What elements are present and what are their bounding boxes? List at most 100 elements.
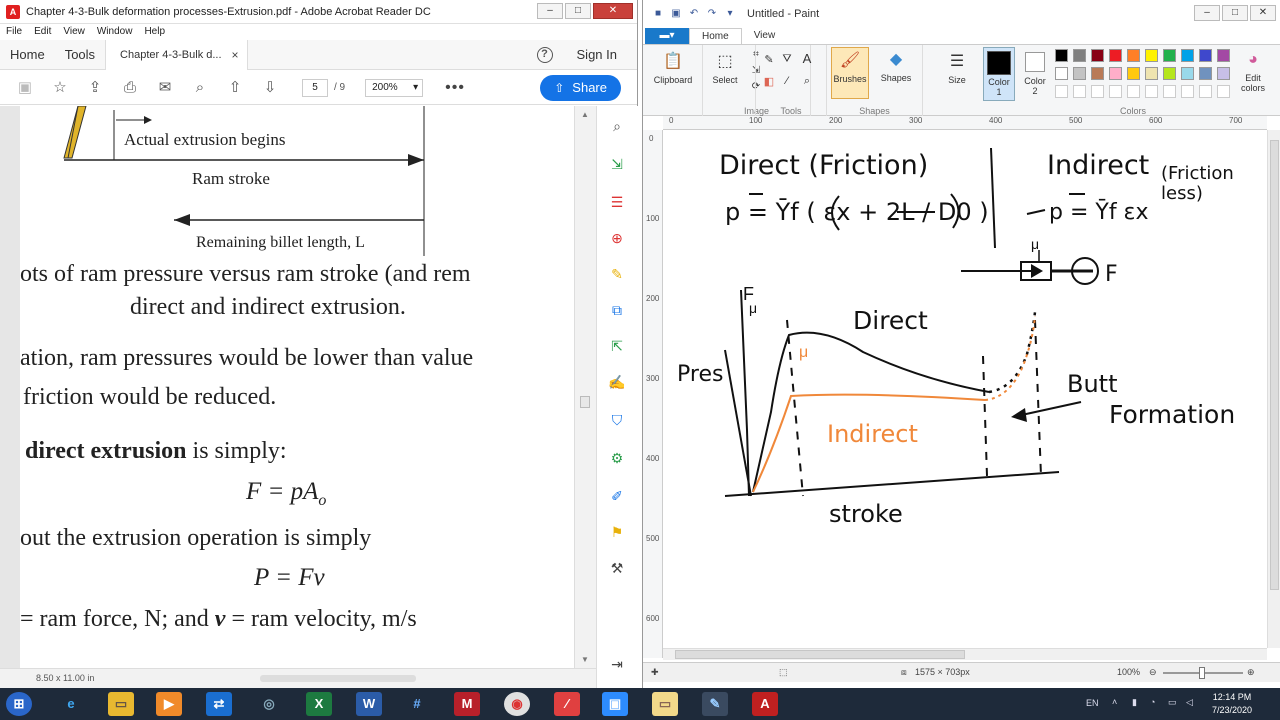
color1-button[interactable]: Color 1 bbox=[983, 47, 1015, 101]
edit-pdf-icon[interactable]: ✐ bbox=[607, 486, 627, 506]
taskbar-hash-app-icon[interactable]: # bbox=[404, 692, 430, 716]
page-up-icon[interactable]: ⇧ bbox=[225, 78, 245, 98]
color2-button[interactable]: Color 2 bbox=[1019, 47, 1051, 96]
menu-help[interactable]: Help bbox=[138, 24, 171, 40]
tray-clock[interactable]: 12:14 PM 7/23/2020 bbox=[1212, 691, 1252, 717]
zoom-out-button[interactable]: ⊖ bbox=[1149, 667, 1157, 678]
palette-swatch[interactable] bbox=[1145, 49, 1158, 62]
email-icon[interactable]: ✉ bbox=[155, 78, 175, 98]
fill-icon[interactable]: ⛛ bbox=[780, 53, 794, 66]
palette-swatch[interactable] bbox=[1055, 49, 1068, 62]
palette-swatch[interactable] bbox=[1217, 49, 1230, 62]
zoom-in-button[interactable]: ⊕ bbox=[1247, 667, 1255, 678]
palette-swatch[interactable] bbox=[1163, 67, 1176, 80]
palette-swatch-empty[interactable] bbox=[1091, 85, 1104, 98]
taskbar-teamviewer-icon[interactable]: ⇄ bbox=[206, 692, 232, 716]
minimize-button[interactable]: – bbox=[537, 2, 563, 19]
palette-swatch-empty[interactable] bbox=[1055, 85, 1068, 98]
tab-home[interactable]: Home bbox=[0, 40, 55, 70]
redo-icon[interactable]: ↷ bbox=[705, 7, 719, 21]
scroll-up-icon[interactable]: ▲ bbox=[581, 110, 589, 119]
more-tools-icon[interactable]: ••• bbox=[445, 79, 465, 97]
palette-swatch[interactable] bbox=[1181, 49, 1194, 62]
fill-sign-icon[interactable]: ✍ bbox=[607, 372, 627, 392]
palette-swatch[interactable] bbox=[1091, 49, 1104, 62]
tab-document[interactable]: Chapter 4-3-Bulk d... × bbox=[105, 39, 248, 70]
paint-vscroll-thumb[interactable] bbox=[1270, 140, 1279, 590]
menu-edit[interactable]: Edit bbox=[28, 24, 57, 40]
magnifier-icon[interactable]: ⌕ bbox=[800, 75, 814, 88]
taskbar-folder-icon[interactable]: ▭ bbox=[652, 692, 678, 716]
zoom-select[interactable]: 200% ▾ bbox=[365, 78, 424, 97]
paint-tab-view[interactable]: View bbox=[742, 28, 788, 44]
zoom-slider[interactable] bbox=[1163, 667, 1243, 679]
pencil-icon[interactable]: ✎ bbox=[762, 53, 776, 66]
palette-swatch[interactable] bbox=[1127, 49, 1140, 62]
palette-swatch[interactable] bbox=[1055, 67, 1068, 80]
palette-swatch[interactable] bbox=[1145, 67, 1158, 80]
undo-icon[interactable]: ↶ bbox=[687, 7, 701, 21]
brushes-button[interactable]: 🖌 Brushes bbox=[831, 47, 869, 99]
taskbar-media-player-icon[interactable]: ▶ bbox=[156, 692, 182, 716]
paint-close-button[interactable]: ✕ bbox=[1250, 5, 1276, 21]
taskbar-edge-icon[interactable]: e bbox=[58, 692, 84, 716]
palette-swatch-empty[interactable] bbox=[1199, 85, 1212, 98]
zoom-tool-icon[interactable]: ⌕ bbox=[607, 116, 627, 136]
maximize-button[interactable]: □ bbox=[565, 2, 591, 19]
customize-qa-icon[interactable]: ▾ bbox=[723, 7, 737, 21]
palette-swatch[interactable] bbox=[1109, 67, 1122, 80]
start-button[interactable]: ⊞ bbox=[6, 692, 32, 716]
acrobat-title-bar[interactable]: A Chapter 4-3-Bulk deformation processes… bbox=[0, 0, 637, 24]
page-down-icon[interactable]: ⇩ bbox=[260, 78, 280, 98]
organize-pages-icon[interactable]: ☰ bbox=[607, 192, 627, 212]
paint-vertical-scrollbar[interactable] bbox=[1267, 130, 1280, 648]
palette-swatch[interactable] bbox=[1091, 67, 1104, 80]
paint-title-bar[interactable]: ■ ▣ ↶ ↷ ▾ Untitled - Paint – □ ✕ bbox=[643, 0, 1280, 28]
paint-horizontal-scrollbar[interactable] bbox=[663, 648, 1267, 660]
close-button[interactable]: ✕ bbox=[593, 2, 633, 19]
tray-battery-icon[interactable]: ▮ bbox=[1132, 697, 1137, 708]
taskbar-acrobat-icon[interactable]: A bbox=[752, 692, 778, 716]
palette-swatch[interactable] bbox=[1109, 49, 1122, 62]
upload-icon[interactable]: ⇪ bbox=[85, 78, 105, 98]
scroll-thumb[interactable] bbox=[580, 396, 590, 408]
scroll-down-icon[interactable]: ▼ bbox=[581, 655, 589, 664]
menu-view[interactable]: View bbox=[57, 24, 91, 40]
palette-swatch-empty[interactable] bbox=[1217, 85, 1230, 98]
combine-files-icon[interactable]: ⧉ bbox=[607, 300, 627, 320]
save-icon[interactable]: ▣ bbox=[15, 78, 35, 98]
bookmark-star-icon[interactable]: ☆ bbox=[50, 78, 70, 98]
tab-close-icon[interactable]: × bbox=[232, 40, 239, 70]
paint-tab-home[interactable]: Home bbox=[689, 28, 742, 44]
taskbar-zoom-icon[interactable]: ▣ bbox=[602, 692, 628, 716]
share-button[interactable]: ⇧ Share bbox=[540, 74, 621, 101]
tray-language[interactable]: EN bbox=[1086, 698, 1099, 708]
taskbar-word-icon[interactable]: W bbox=[356, 692, 382, 716]
taskbar-file-explorer-icon[interactable]: ▭ bbox=[108, 692, 134, 716]
more-tools-wrench-icon[interactable]: ⚒ bbox=[607, 558, 627, 578]
palette-swatch[interactable] bbox=[1073, 67, 1086, 80]
palette-swatch[interactable] bbox=[1199, 67, 1212, 80]
taskbar-globe-icon[interactable]: ◎ bbox=[256, 692, 282, 716]
color-picker-icon[interactable]: ⁄ bbox=[780, 75, 794, 87]
tray-network-icon[interactable]: ◔ bbox=[1150, 697, 1155, 707]
paint-canvas[interactable]: Direct (Friction) p = Ȳf ( εx + 2L / D0 … bbox=[663, 130, 1267, 648]
print-icon[interactable]: ⎙ bbox=[120, 78, 140, 98]
taskbar-mendeley-icon[interactable]: M bbox=[454, 692, 480, 716]
eraser-icon[interactable]: ◧ bbox=[762, 75, 776, 88]
zoom-search-icon[interactable]: ⌕ bbox=[190, 78, 210, 98]
paint-hscroll-thumb[interactable] bbox=[675, 650, 965, 659]
document-viewport[interactable]: Actual extrusion begins Ram stroke Remai… bbox=[0, 106, 596, 668]
select-button[interactable]: ⬚ Select bbox=[705, 49, 745, 85]
protect-icon[interactable]: ⛉ bbox=[607, 410, 627, 430]
tray-chevron-up-icon[interactable]: ˄ bbox=[1112, 697, 1117, 707]
taskbar-chrome-icon[interactable]: ◉ bbox=[504, 692, 530, 716]
palette-swatch-empty[interactable] bbox=[1073, 85, 1086, 98]
create-pdf-icon[interactable]: ⊕ bbox=[607, 228, 627, 248]
page-number-input[interactable]: 5 bbox=[302, 78, 328, 97]
text-icon[interactable]: A bbox=[800, 51, 814, 66]
palette-swatch[interactable] bbox=[1217, 67, 1230, 80]
tray-display-icon[interactable]: ▭ bbox=[1168, 697, 1177, 708]
taskbar-paint-icon[interactable]: ✎ bbox=[702, 692, 728, 716]
palette-swatch[interactable] bbox=[1127, 67, 1140, 80]
